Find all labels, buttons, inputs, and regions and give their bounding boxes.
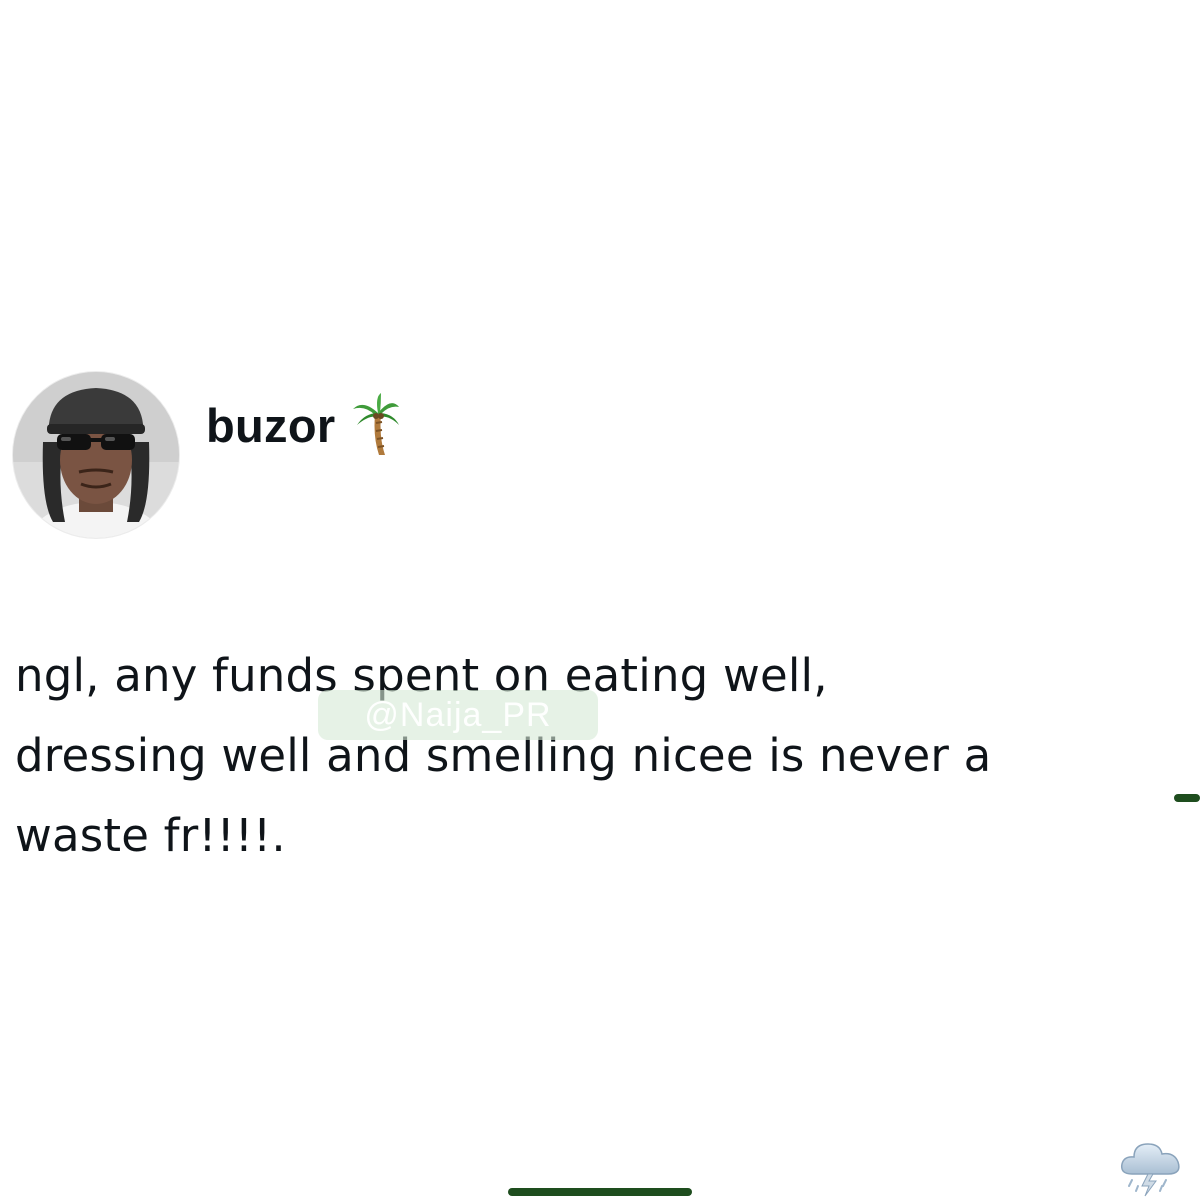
palm-tree-icon: [351, 393, 401, 457]
watermark: @Naija_PR: [318, 690, 598, 740]
cloud-lightning-icon: [1118, 1136, 1184, 1198]
text-selection-handle[interactable]: [1174, 794, 1200, 802]
display-name[interactable]: buzor: [206, 402, 335, 449]
avatar[interactable]: [13, 372, 179, 538]
tweet-text: ngl, any funds spent on eating well, dre…: [15, 649, 992, 862]
author-row: buzor: [206, 390, 401, 460]
home-indicator[interactable]: [508, 1188, 692, 1196]
avatar-photo: [13, 372, 179, 538]
